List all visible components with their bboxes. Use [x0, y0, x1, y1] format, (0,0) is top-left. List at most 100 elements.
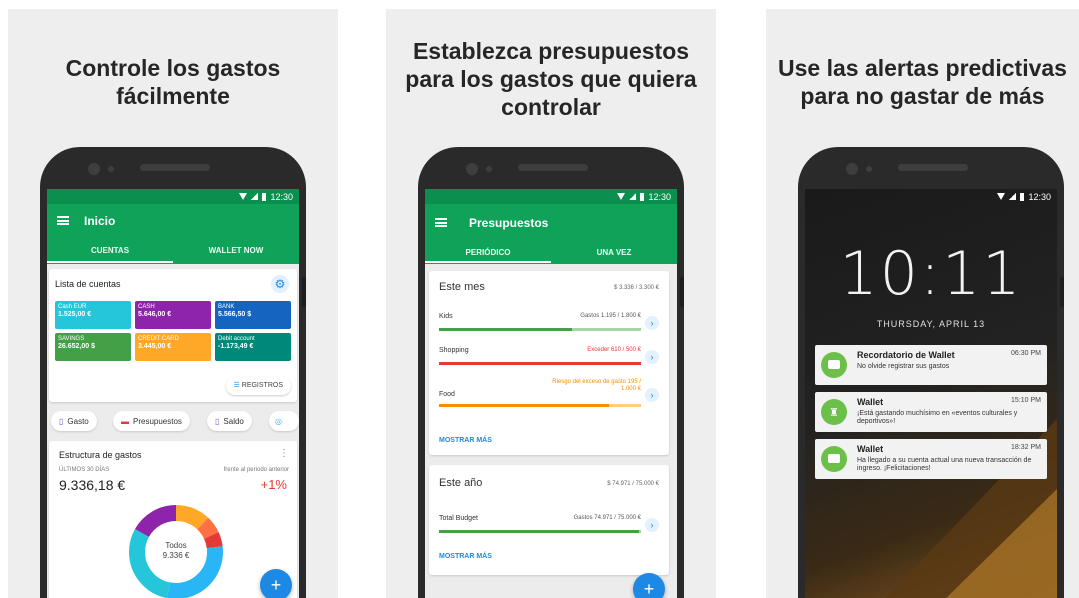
month-budget-card: Este mes $ 3.336 / 3.300 € Kids Gastos 1…: [429, 271, 669, 455]
menu-icon[interactable]: [435, 218, 447, 227]
chip-budgets[interactable]: ▬ Presupuestos: [113, 411, 190, 431]
phone-frame: 12:30 Inicio CUENTAS WALLET NOW Lista de…: [40, 147, 306, 598]
chip-more[interactable]: ◎: [269, 411, 299, 431]
volume-button: [680, 277, 684, 307]
sensor: [866, 166, 872, 172]
chevron-right-icon[interactable]: ›: [645, 388, 659, 402]
account-tile[interactable]: CASH 5.646,00 €: [135, 301, 211, 329]
chevron-right-icon[interactable]: ›: [645, 350, 659, 364]
account-balance: 3.445,00 €: [138, 343, 172, 350]
account-balance: 26.652,00 $: [58, 343, 95, 350]
sensor: [486, 166, 492, 172]
show-more-link[interactable]: MOSTRAR MÁS: [439, 437, 492, 444]
budget-amount: Riesgo del exceso de gasto 195 / 1.000 €: [552, 379, 641, 392]
status-bar: 12:30: [805, 189, 1057, 204]
budget-fill: [439, 362, 641, 365]
wifi-icon: [997, 193, 1006, 200]
lock-screen: 12:30 10:11 THURSDAY, APRIL 13 Recordato…: [805, 189, 1057, 598]
budget-row-kids[interactable]: Kids Gastos 1.195 / 1.800 € ›: [439, 313, 659, 335]
chip-label: Presupuestos: [133, 416, 182, 426]
quick-actions-row: ▯ Gasto ▬ Presupuestos ▯ Saldo ◎: [51, 411, 299, 431]
account-tile[interactable]: BANK 5.566,50 $: [215, 301, 291, 329]
year-budget-card: Este año $ 74.971 / 75.000 € Total Budge…: [429, 465, 669, 575]
app-screen: 12:30 Inicio CUENTAS WALLET NOW Lista de…: [47, 189, 299, 598]
chip-balance[interactable]: ▯ Saldo: [207, 411, 252, 431]
accounts-title: Lista de cuentas: [55, 279, 121, 289]
notification-reminder[interactable]: Recordatorio de Wallet 06:30 PM No olvid…: [815, 345, 1047, 385]
notification-time: 18:32 PM: [1011, 444, 1041, 451]
budget-amount: Gastos 1.195 / 1.800 €: [580, 313, 641, 319]
budget-label: Total Budget: [439, 515, 478, 522]
app-bar: Presupuestos PERIÓDICO UNA VEZ: [425, 204, 677, 264]
app-screen: 12:30 Presupuestos PERIÓDICO UNA VEZ Est…: [425, 189, 677, 598]
tab-indicator: [47, 261, 173, 263]
lock-date: THURSDAY, APRIL 13: [876, 319, 986, 329]
show-more-link[interactable]: MOSTRAR MÁS: [439, 553, 492, 560]
panel-headline: Use las alertas predictivas para no gast…: [766, 54, 1079, 110]
headline-line: para los gastos que quiera: [405, 66, 697, 92]
notification-income[interactable]: Wallet 18:32 PM Ha llegado a su cuenta a…: [815, 439, 1047, 479]
account-name: CASH: [138, 304, 155, 310]
compare-label: frente al periodo anterior: [223, 467, 289, 473]
settings-gear-icon[interactable]: ⚙: [271, 275, 289, 293]
add-record-button[interactable]: +: [260, 569, 292, 598]
headline-line: fácilmente: [116, 83, 230, 109]
front-camera: [88, 163, 100, 175]
notification-overspend[interactable]: ♜ Wallet 15:10 PM ¡Está gastando muchísi…: [815, 392, 1047, 432]
notification-time: 15:10 PM: [1011, 397, 1041, 404]
budget-row-shopping[interactable]: Shopping Exceder 610 / 500 € ›: [439, 347, 659, 369]
balance-icon: ▯: [215, 416, 220, 426]
period-label: ÚLTIMOS 30 DÍAS: [59, 467, 110, 473]
donut-center-value: 9.336 €: [162, 551, 190, 560]
more-chip-icon: ◎: [275, 416, 282, 426]
notification-body: ¡Está gastando muchísimo en «eventos cul…: [857, 410, 1018, 425]
add-budget-button[interactable]: +: [633, 573, 665, 598]
battery-icon: [262, 192, 267, 201]
chevron-right-icon[interactable]: ›: [645, 316, 659, 330]
account-tile[interactable]: CREDIT CARD 3.445,00 €: [135, 333, 211, 361]
chip-expense[interactable]: ▯ Gasto: [51, 411, 97, 431]
notification-time: 06:30 PM: [1011, 350, 1041, 357]
account-name: BANK: [218, 304, 235, 310]
tab-periodic[interactable]: PERIÓDICO: [425, 248, 551, 257]
signal-icon: [1009, 193, 1017, 200]
front-camera: [466, 163, 478, 175]
account-tile[interactable]: SAVINGS 26.652,00 $: [55, 333, 131, 361]
budget-track: [439, 404, 641, 407]
phone-frame: 12:30 Presupuestos PERIÓDICO UNA VEZ Est…: [418, 147, 684, 598]
status-bar: 12:30: [47, 189, 299, 204]
account-tile[interactable]: Debit account -1.173,49 €: [215, 333, 291, 361]
signal-icon: [629, 193, 637, 200]
card-title: Este mes: [439, 281, 485, 293]
budget-fill: [439, 404, 609, 407]
account-balance: 5.566,50 $: [218, 311, 252, 318]
overflow-menu-icon[interactable]: ⋮: [279, 448, 289, 459]
status-time: 12:30: [270, 191, 293, 202]
card-total: $ 3.336 / 3.300 €: [613, 285, 659, 291]
headline-line: Controle los gastos: [65, 55, 281, 81]
app-title: Inicio: [84, 214, 116, 228]
account-tile[interactable]: Cash EUR 1.525,00 €: [55, 301, 131, 329]
receipt-icon: ▯: [59, 416, 64, 426]
card-total: $ 74.971 / 75.000 €: [607, 481, 659, 487]
wifi-icon: [239, 193, 248, 200]
records-button[interactable]: ☰ REGISTROS: [225, 377, 291, 395]
tab-once[interactable]: UNA VEZ: [551, 248, 677, 257]
chevron-right-icon[interactable]: ›: [645, 518, 659, 532]
tab-accounts[interactable]: CUENTAS: [47, 246, 173, 255]
donut-center-label: Todos: [165, 541, 187, 550]
wallet-icon: [821, 446, 847, 472]
budget-label: Food: [439, 391, 455, 398]
screenshot-panel-alerts: Use las alertas predictivas para no gast…: [766, 9, 1079, 598]
budget-amount: Gastos 74.971 / 75.000 €: [573, 515, 641, 521]
menu-icon[interactable]: [57, 216, 69, 225]
tab-wallet-now[interactable]: WALLET NOW: [173, 246, 299, 255]
budget-row-food[interactable]: Food Riesgo del exceso de gasto 195 / 1.…: [439, 379, 659, 415]
speaker: [140, 164, 210, 171]
card-title: Este año: [439, 477, 483, 489]
budget-row-total[interactable]: Total Budget Gastos 74.971 / 75.000 € ›: [439, 515, 659, 537]
budget-amount: Exceder 610 / 500 €: [587, 347, 641, 353]
speaker: [518, 164, 588, 171]
sensor: [108, 166, 114, 172]
battery-icon: [1020, 192, 1025, 201]
